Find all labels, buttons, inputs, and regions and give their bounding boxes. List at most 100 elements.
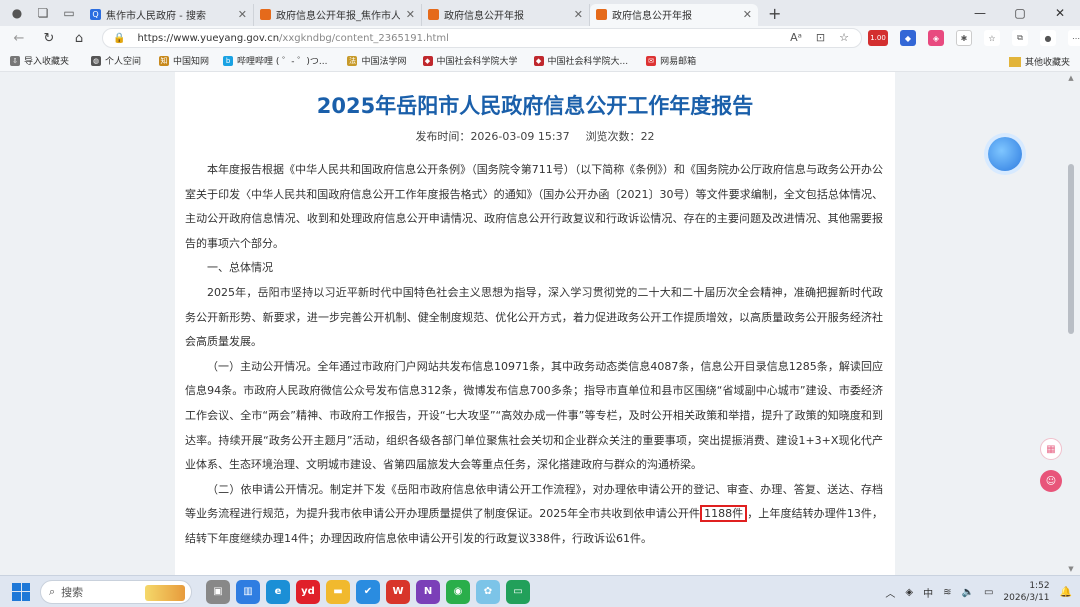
bookmark-cnki[interactable]: 知中国知网	[159, 54, 209, 67]
wifi-icon[interactable]: ≋	[943, 587, 951, 598]
search-icon: Q	[90, 9, 101, 20]
favorites-icon[interactable]: ☆	[984, 30, 1000, 46]
tab-title: 焦作市人民政府 - 搜索	[106, 11, 206, 22]
badge-extension-icon[interactable]: 1.00	[868, 30, 888, 46]
url-actions: Aᵃ ⊡ ☆	[790, 31, 849, 44]
window-controls: — ▢ ✕	[960, 0, 1080, 26]
floating-assistant-icon[interactable]	[988, 137, 1022, 171]
tab-bar: ● ❏ ▭ Q 焦作市人民政府 - 搜索 ✕ 政府信息公开年报_焦作市人民政府 …	[0, 0, 1080, 26]
clock-time: 1:52	[1029, 581, 1050, 591]
tab-title: 政府信息公开年报	[612, 11, 692, 22]
clock[interactable]: 1:52 2026/3/11	[1003, 580, 1049, 604]
wps-icon[interactable]: W	[386, 579, 410, 604]
bookmark-label: 个人空间	[105, 57, 142, 67]
close-icon[interactable]: ✕	[406, 8, 415, 21]
refresh-icon[interactable]: ↻	[38, 31, 60, 46]
wechat-icon[interactable]: ◉	[446, 579, 470, 604]
bookmark-163-mail[interactable]: ✉ 网易邮箱	[646, 54, 696, 67]
proactive-disclosure-paragraph: （一）主动公开情况。全年通过市政府门户网站共发布信息10971条，其中政务动态类…	[185, 359, 883, 472]
windows-start-icon[interactable]	[12, 582, 30, 601]
url-path: /xxgkndbg/content_2365191.html	[279, 32, 449, 44]
tray-expand-icon[interactable]: ︿	[885, 585, 895, 600]
bookmark-bilibili[interactable]: b 哔哩哔哩 ( ゜- ゜)つ...	[223, 54, 327, 67]
tab-actions-icon[interactable]: ▭	[60, 4, 78, 22]
university-icon: ◆	[422, 55, 433, 66]
close-icon[interactable]: ✕	[238, 8, 247, 21]
collections-icon[interactable]: ⧉	[1012, 30, 1028, 46]
views-count: 22	[640, 130, 655, 143]
onenote-icon[interactable]: N	[416, 579, 440, 604]
mail-icon: ✉	[646, 55, 657, 66]
app-icon[interactable]: ✿	[476, 579, 500, 604]
edge-browser-icon[interactable]: e	[266, 579, 290, 604]
system-tray: ︿ ◈ 中 ≋ 🔈 ▭ 1:52 2026/3/11 🔔	[885, 576, 1072, 607]
taskbar: ⌕ 搜索 ▣ ▥ e yd ▬ ✔ W N ◉ ✿ ▭ ︿ ◈ 中 ≋ 🔈 ▭ …	[0, 575, 1080, 607]
scroll-up-icon[interactable]: ▲	[1066, 74, 1076, 82]
favorite-star-icon[interactable]: ☆	[839, 31, 849, 44]
workspaces-icon[interactable]: ❏	[34, 4, 52, 22]
bookmark-personal[interactable]: ◍ 个人空间	[91, 54, 141, 67]
bookmark-label: 中国知网	[173, 57, 210, 67]
task-view-icon[interactable]: ▣	[206, 579, 230, 604]
close-icon[interactable]: ✕	[574, 8, 583, 21]
profile-avatar-icon[interactable]: ●	[1040, 30, 1056, 46]
app-view-icon[interactable]: ⊡	[816, 31, 825, 44]
bookmark-other-folder[interactable]: 其他收藏夹	[1008, 55, 1070, 68]
publish-time: 2026-03-09 15:37	[470, 130, 570, 143]
tab-3[interactable]: 政府信息公开年报 ✕	[422, 3, 590, 26]
site-favicon-icon	[260, 9, 271, 20]
article-meta: 发布时间：2026-03-09 15:37 浏览次数：22	[175, 128, 895, 144]
accessibility-icon[interactable]: ☺	[1040, 470, 1062, 492]
application-disclosure-paragraph: （二）依申请公开情况。制定并下发《岳阳市政府信息依申请公开工作流程》，对办理依申…	[185, 478, 883, 552]
bookmark-label: 其他收藏夹	[1024, 58, 1070, 68]
battery-icon[interactable]: ▭	[984, 587, 993, 598]
widgets-icon[interactable]: ▥	[236, 579, 260, 604]
url-input[interactable]: 🔒 https://www.yueyang.gov.cn/xxgkndbg/co…	[102, 28, 862, 48]
address-bar-row: ← ↻ ⌂ 🔒 https://www.yueyang.gov.cn/xxgkn…	[0, 26, 1080, 50]
tab-4-active[interactable]: 政府信息公开年报 ✕	[590, 3, 758, 26]
tray-app-icon[interactable]: ◈	[905, 587, 913, 598]
maximize-icon[interactable]: ▢	[1000, 0, 1040, 26]
file-explorer-icon[interactable]: ▬	[326, 579, 350, 604]
grid-tool-icon[interactable]: ▦	[1040, 438, 1062, 460]
bookmark-label: 哔哩哔哩 ( ゜- ゜)つ...	[237, 57, 328, 67]
import-icon: ⇩	[10, 55, 20, 66]
todo-icon[interactable]: ✔	[356, 579, 380, 604]
university-icon: ◆	[533, 55, 544, 66]
extension-icon[interactable]: ◈	[928, 30, 944, 46]
bookmark-cass-university[interactable]: ◆ 中国社会科学院大学	[422, 54, 518, 67]
bookmark-label: 导入收藏夹	[24, 57, 70, 67]
cnki-icon: 知	[159, 55, 170, 66]
ime-indicator[interactable]: 中	[923, 585, 933, 600]
more-icon[interactable]: ⋯	[1068, 30, 1080, 46]
read-aloud-icon[interactable]: Aᵃ	[790, 31, 802, 44]
page-scrollbar[interactable]: ▲ ▼	[1066, 72, 1076, 575]
tab-2[interactable]: 政府信息公开年报_焦作市人民政府 ✕	[254, 3, 422, 26]
home-icon[interactable]: ⌂	[68, 31, 90, 46]
volume-icon[interactable]: 🔈	[961, 587, 973, 598]
globe-icon: ◍	[91, 55, 102, 66]
scrollbar-thumb[interactable]	[1068, 164, 1074, 334]
extension-icon[interactable]: ◆	[900, 30, 916, 46]
lock-icon[interactable]: 🔒	[113, 33, 125, 44]
back-icon[interactable]: ←	[8, 31, 30, 46]
tab-1[interactable]: Q 焦作市人民政府 - 搜索 ✕	[84, 3, 254, 26]
new-tab-button[interactable]: +	[768, 4, 781, 23]
url-domain: https://www.yueyang.gov.cn	[137, 32, 280, 44]
bookmark-cass-university-2[interactable]: ◆ 中国社会科学院大...	[533, 54, 628, 67]
screen-icon[interactable]: ▭	[506, 579, 530, 604]
extensions-puzzle-icon[interactable]: ✱	[956, 30, 972, 46]
close-icon[interactable]: ✕	[743, 8, 752, 21]
bookmark-law[interactable]: 法中国法学网	[347, 54, 407, 67]
minimize-icon[interactable]: —	[960, 0, 1000, 26]
taskbar-search-input[interactable]: ⌕ 搜索	[40, 579, 192, 604]
youdao-icon[interactable]: yd	[296, 579, 320, 604]
profile-icon[interactable]: ●	[8, 4, 26, 22]
notification-icon[interactable]: 🔔	[1060, 587, 1072, 598]
tab-title: 政府信息公开年报	[444, 11, 524, 22]
scroll-down-icon[interactable]: ▼	[1066, 565, 1076, 573]
window-close-icon[interactable]: ✕	[1040, 0, 1080, 26]
bookmark-import[interactable]: ⇩ 导入收藏夹	[10, 54, 69, 67]
search-icon: ⌕	[49, 584, 56, 598]
bookmark-label: 网易邮箱	[660, 57, 697, 67]
